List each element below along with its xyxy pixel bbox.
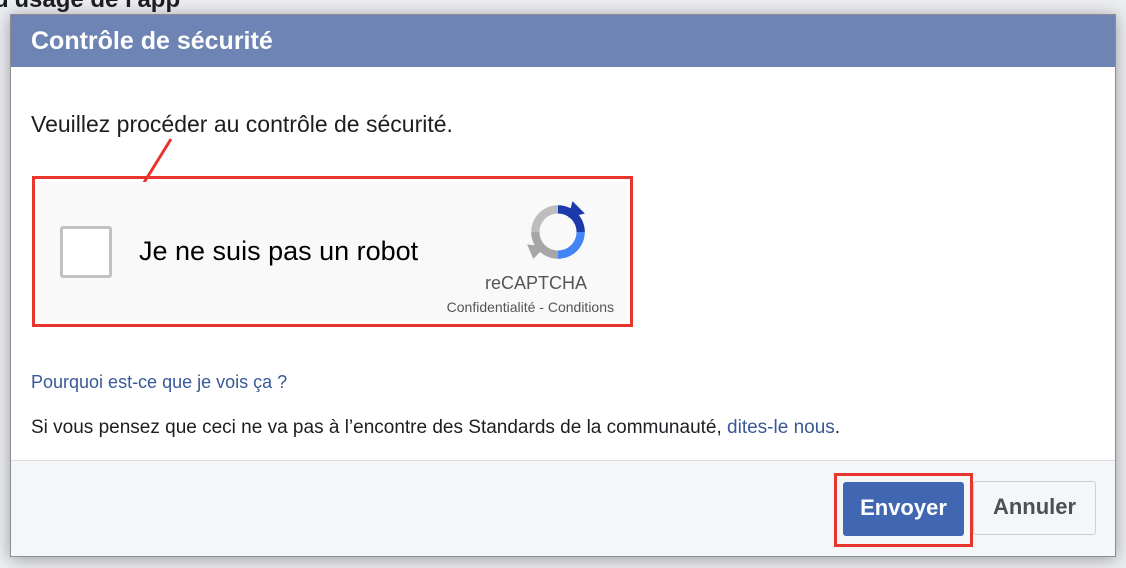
why-am-i-seeing-this-link[interactable]: Pourquoi est-ce que je vois ça ? [31, 372, 287, 393]
community-standards-text: Si vous pensez que ceci ne va pas à l’en… [31, 417, 840, 439]
dialog-title: Contrôle de sécurité [11, 15, 1115, 67]
terms-link[interactable]: Conditions [548, 299, 614, 315]
captcha-label: Je ne suis pas un robot [139, 236, 419, 266]
community-text-prefix: Si vous pensez que ceci ne va pas à l’en… [31, 417, 728, 438]
tell-us-link[interactable]: dites-le nous [727, 417, 835, 438]
recaptcha-links: Confidentialité - Conditions [418, 299, 614, 315]
cancel-button[interactable]: Annuler [973, 481, 1096, 535]
security-check-dialog: Contrôle de sécurité Veuillez procéder a… [10, 14, 1116, 557]
recaptcha-brand: reCAPTCHA [484, 273, 587, 293]
captcha-highlight-frame: Je ne suis pas un robot reCAPTCHA Confid… [32, 176, 633, 327]
links-separator: - [535, 299, 548, 315]
community-text-suffix: . [834, 417, 841, 438]
submit-button[interactable]: Envoyer [843, 482, 964, 536]
captcha-checkbox[interactable] [60, 226, 112, 278]
recaptcha-icon [527, 201, 585, 259]
intro-text: Veuillez procéder au contrôle de sécurit… [31, 111, 453, 137]
recaptcha-widget: Je ne suis pas un robot reCAPTCHA Confid… [38, 182, 627, 321]
privacy-link[interactable]: Confidentialité [447, 299, 536, 315]
background-title-fragment: d'usage de l'app [0, 0, 180, 14]
